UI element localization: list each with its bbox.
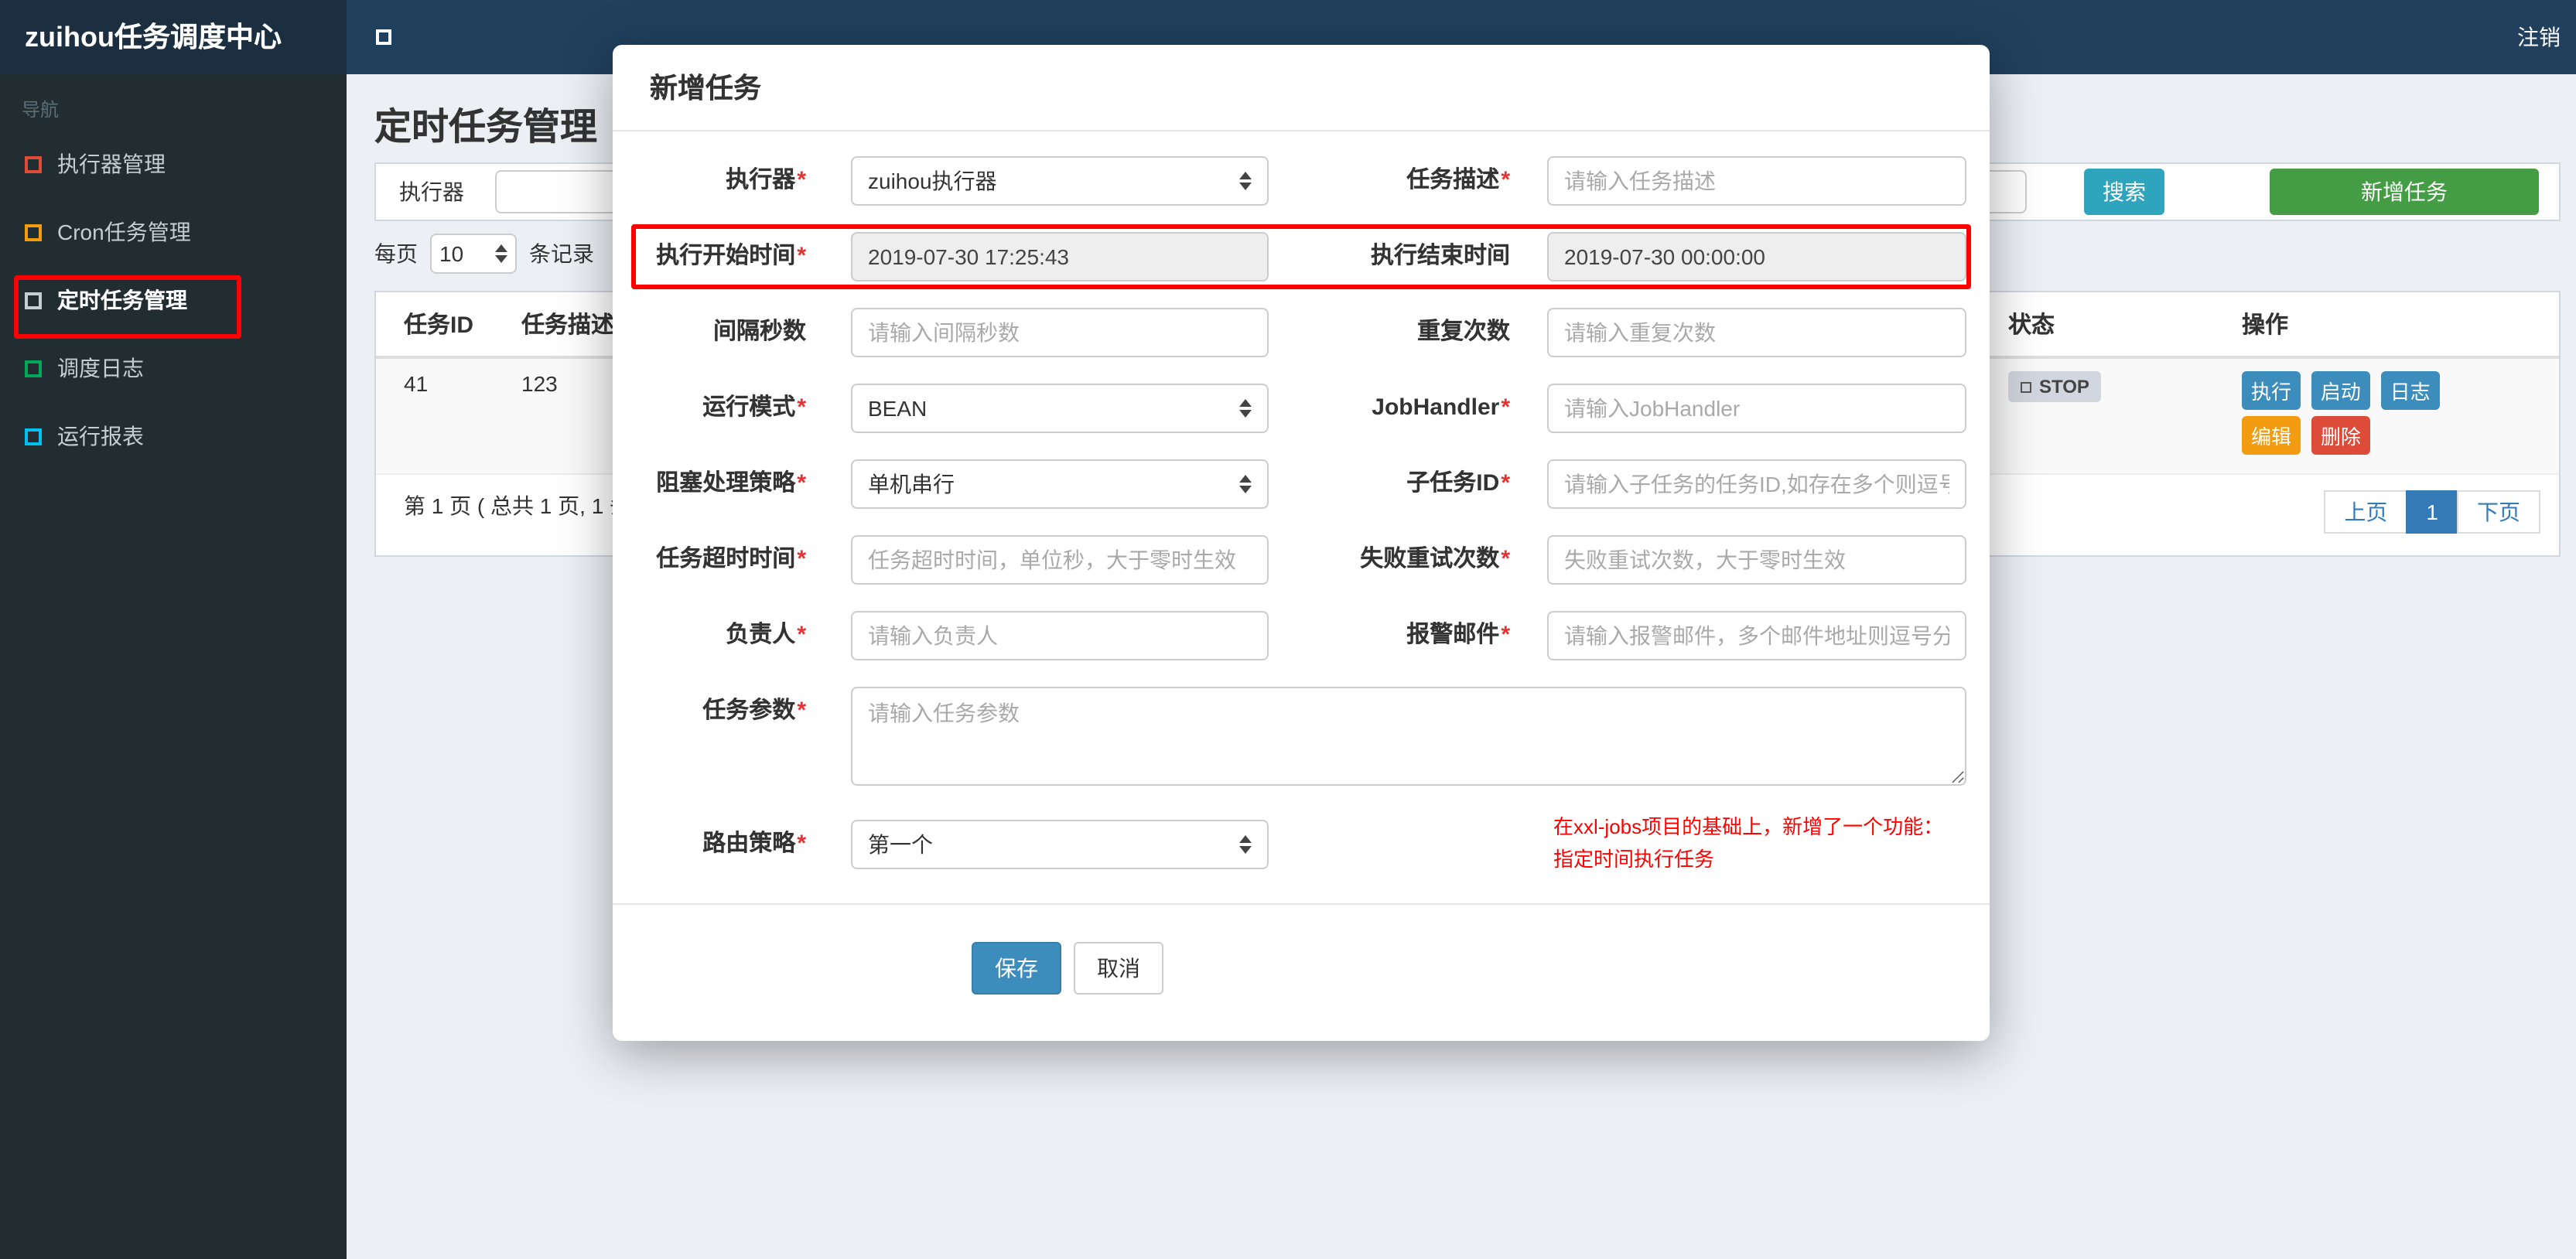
sidebar-menu: 执行器管理 Cron任务管理 定时任务管理 调度日志 运行报表 bbox=[0, 130, 347, 470]
sidebar-item-executor-manage[interactable]: 执行器管理 bbox=[0, 130, 347, 198]
task-desc-input[interactable] bbox=[1547, 156, 1966, 206]
prev-page-button[interactable]: 上页 bbox=[2324, 490, 2408, 534]
timeout-label: 任务超时时间 * bbox=[656, 546, 806, 572]
interval-label: 间隔秒数 bbox=[712, 319, 806, 345]
pagination: 上页 1 下页 bbox=[2324, 490, 2540, 534]
fail-retry-label: 失败重试次数 * bbox=[1360, 546, 1510, 572]
per-page-row: 每页 10 条记录 bbox=[374, 232, 594, 275]
jobhandler-label: JobHandler * bbox=[1372, 394, 1510, 421]
page-1-button[interactable]: 1 bbox=[2406, 490, 2458, 534]
params-textarea[interactable] bbox=[851, 687, 1966, 786]
cancel-button[interactable]: 取消 bbox=[1074, 941, 1163, 995]
modal-footer: 保存 取消 bbox=[613, 902, 1990, 1040]
executor-label: 执行器 * bbox=[726, 167, 806, 193]
select-caret-icon bbox=[495, 244, 507, 263]
select-caret-icon bbox=[1239, 835, 1252, 854]
form-row-executor: 执行器 * zuihou执行器 任务描述 * bbox=[650, 156, 1966, 206]
alarm-email-input[interactable] bbox=[1547, 611, 1966, 660]
modal-body: 执行器* zuihou执行器 任务描述* 执行开始时间* 执行结束时间 间隔秒数 bbox=[613, 131, 1990, 876]
fail-retry-input[interactable] bbox=[1547, 535, 1966, 585]
search-button[interactable]: 搜索 bbox=[2084, 169, 2164, 215]
repeat-count-label: 重复次数 bbox=[1416, 319, 1510, 345]
add-task-modal: 新增任务 执行器* zuihou执行器 任务描述* 执行开始时间* 执行结束时间 bbox=[613, 45, 1990, 1041]
square-icon bbox=[25, 223, 42, 241]
sidebar-item-dispatch-log[interactable]: 调度日志 bbox=[0, 334, 347, 402]
logout-link[interactable]: 注销 bbox=[2517, 0, 2561, 74]
end-time-label: 执行结束时间 bbox=[1370, 243, 1510, 269]
sidebar-item-run-report[interactable]: 运行报表 bbox=[0, 402, 347, 470]
form-row-route: 路由策略 * 第一个 在xxl-jobs项目的基础上，新增了一个功能： 指定时间执… bbox=[650, 812, 1966, 876]
sidebar-item-timed-task-manage[interactable]: 定时任务管理 bbox=[0, 266, 347, 334]
alarm-email-label: 报警邮件 * bbox=[1406, 622, 1510, 648]
start-button[interactable]: 启动 bbox=[2311, 371, 2370, 410]
run-mode-label: 运行模式 * bbox=[702, 394, 806, 421]
feature-note: 在xxl-jobs项目的基础上，新增了一个功能： 指定时间执行任务 bbox=[1553, 815, 1944, 871]
save-button[interactable]: 保存 bbox=[972, 941, 1061, 995]
form-row-owner: 负责人* 报警邮件* bbox=[650, 611, 1966, 660]
timeout-input[interactable] bbox=[851, 535, 1269, 585]
repeat-count-input[interactable] bbox=[1547, 308, 1966, 357]
end-time-input[interactable] bbox=[1547, 232, 1966, 281]
select-caret-icon bbox=[1239, 399, 1252, 418]
start-time-input[interactable] bbox=[851, 232, 1269, 281]
form-row-block-strategy: 阻塞处理策略 * 单机串行 子任务ID * bbox=[650, 459, 1966, 509]
executor-filter-label: 执行器 bbox=[399, 179, 464, 204]
cell-status: STOP bbox=[1996, 359, 2229, 415]
jobhandler-input[interactable] bbox=[1547, 384, 1966, 433]
col-operations: 操作 bbox=[2242, 312, 2289, 339]
execute-button[interactable]: 执行 bbox=[2242, 371, 2301, 410]
sidebar-nav-header: 导航 bbox=[22, 99, 60, 121]
edit-button[interactable]: 编辑 bbox=[2242, 416, 2301, 455]
cell-task-id: 41 bbox=[404, 371, 429, 396]
app-root: zuihou任务调度中心 注销 导航 执行器管理 Cron任务管理 定时任务管理… bbox=[0, 0, 2576, 1259]
block-strategy-label: 阻塞处理策略 * bbox=[656, 470, 806, 496]
sidebar: 导航 执行器管理 Cron任务管理 定时任务管理 调度日志 运行报表 bbox=[0, 74, 347, 1259]
task-desc-label: 任务描述 * bbox=[1406, 167, 1510, 193]
start-time-label: 执行开始时间 * bbox=[656, 243, 806, 269]
cell-operations: 执行 启动 日志 编辑 删除 bbox=[2229, 359, 2559, 473]
brand-title: zuihou任务调度中心 bbox=[0, 0, 347, 74]
form-row-timeout: 任务超时时间* 失败重试次数* bbox=[650, 535, 1966, 585]
add-task-button[interactable]: 新增任务 bbox=[2270, 169, 2539, 215]
per-page-suffix: 条记录 bbox=[529, 241, 594, 266]
child-task-input[interactable] bbox=[1547, 459, 1966, 509]
square-icon bbox=[25, 292, 42, 309]
per-page-prefix: 每页 bbox=[374, 241, 418, 266]
interval-input[interactable] bbox=[851, 308, 1269, 357]
col-task-id: 任务ID bbox=[404, 312, 474, 339]
log-button[interactable]: 日志 bbox=[2380, 371, 2440, 410]
run-mode-select[interactable]: BEAN bbox=[851, 384, 1269, 433]
owner-input[interactable] bbox=[851, 611, 1269, 660]
sidebar-item-cron-task-manage[interactable]: Cron任务管理 bbox=[0, 198, 347, 266]
form-row-exec-time: 执行开始时间* 执行结束时间 bbox=[650, 232, 1966, 281]
modal-title: 新增任务 bbox=[613, 45, 1990, 131]
select-caret-icon bbox=[1239, 475, 1252, 493]
square-icon bbox=[25, 360, 42, 377]
owner-label: 负责人 * bbox=[726, 622, 806, 648]
square-icon bbox=[25, 428, 42, 445]
route-strategy-select[interactable]: 第一个 bbox=[851, 819, 1269, 869]
form-row-run-mode: 运行模式 * BEAN JobHandler * bbox=[650, 384, 1966, 433]
per-page-select[interactable]: 10 bbox=[430, 234, 517, 274]
stop-square-icon bbox=[2021, 381, 2031, 392]
sidebar-toggle-button[interactable] bbox=[347, 0, 421, 74]
select-caret-icon bbox=[1239, 172, 1252, 190]
delete-button[interactable]: 删除 bbox=[2311, 416, 2370, 455]
form-row-interval: 间隔秒数 重复次数 bbox=[650, 308, 1966, 357]
next-page-button[interactable]: 下页 bbox=[2457, 490, 2540, 534]
executor-select[interactable]: zuihou执行器 bbox=[851, 156, 1269, 206]
col-status: 状态 bbox=[2008, 312, 2055, 339]
status-badge: STOP bbox=[2008, 371, 2102, 402]
params-label: 任务参数 * bbox=[702, 698, 806, 724]
child-task-label: 子任务ID * bbox=[1406, 470, 1510, 496]
sidebar-toggle-icon bbox=[376, 29, 391, 45]
route-strategy-label: 路由策略 * bbox=[702, 830, 806, 857]
block-strategy-select[interactable]: 单机串行 bbox=[851, 459, 1269, 509]
form-row-params: 任务参数 * bbox=[650, 687, 1966, 786]
square-icon bbox=[25, 155, 42, 172]
page-title: 定时任务管理 bbox=[374, 107, 597, 148]
